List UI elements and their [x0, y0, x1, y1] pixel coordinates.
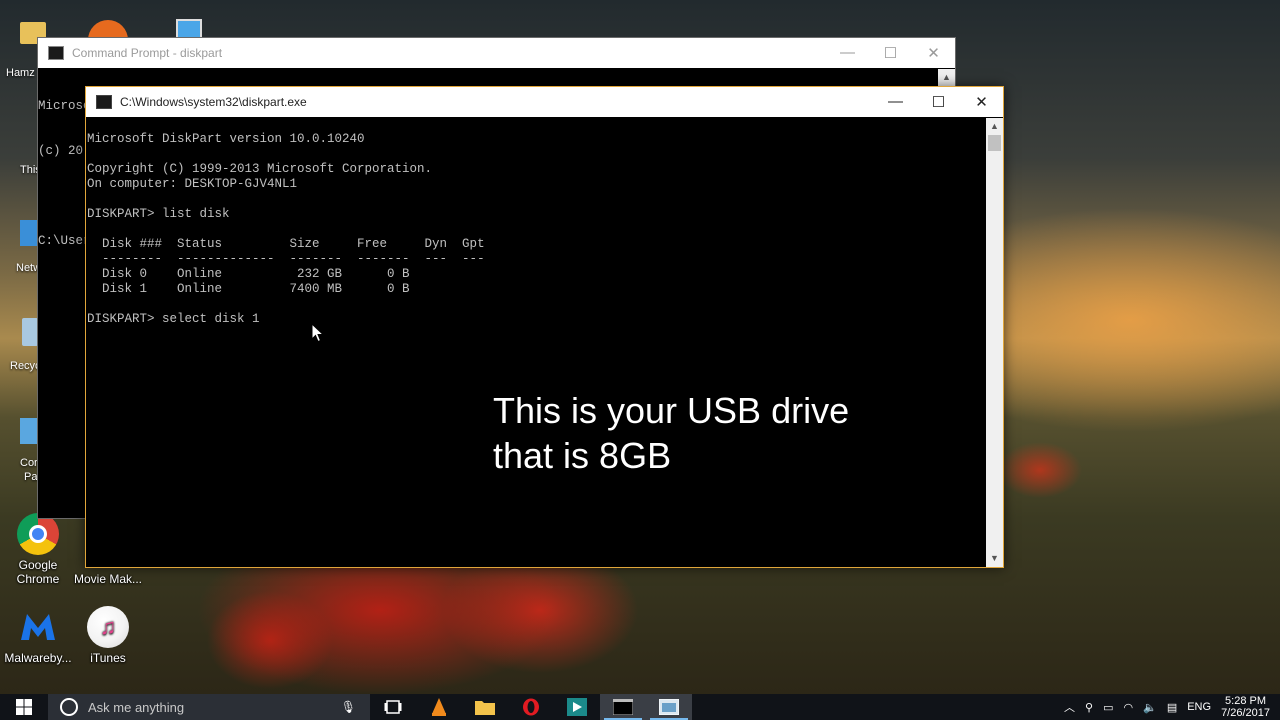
scroll-up-icon[interactable]: ▲	[986, 118, 1003, 135]
taskbar-file-explorer[interactable]	[462, 694, 508, 720]
scroll-down-icon[interactable]: ▼	[986, 550, 1003, 567]
window-titlebar[interactable]: Command Prompt - diskpart — ☐ ✕	[38, 38, 955, 68]
icon-label-line2: Chrome	[16, 572, 60, 586]
desktop-label-recyc[interactable]: Recyc	[10, 360, 41, 372]
desktop-icon-malwarebytes[interactable]: Malwareby...	[2, 606, 74, 665]
tray-app-icon[interactable]: ⚲	[1085, 701, 1093, 714]
desktop-control-panel-icon[interactable]	[20, 418, 38, 444]
console-line: Disk ### Status Size Free Dyn Gpt	[87, 237, 485, 251]
console-line: Copyright (C) 1999-2013 Microsoft Corpor…	[87, 162, 433, 176]
caption-line: This is your USB drive	[493, 390, 850, 431]
console-line: On computer: DESKTOP-GJV4NL1	[87, 177, 298, 191]
desktop-icon-google-chrome[interactable]: Google Chrome	[2, 513, 74, 586]
language-indicator[interactable]: ENG	[1187, 701, 1211, 713]
console-line: DISKPART> list disk	[87, 207, 230, 221]
desktop-label-pa[interactable]: Pa	[24, 471, 37, 483]
icon-label: Movie Mak...	[73, 572, 142, 586]
taskbar-diskpart[interactable]	[646, 694, 692, 720]
console-line: -------- ------------- ------- ------- -…	[87, 252, 485, 266]
video-caption: This is your USB drive that is 8GB	[493, 388, 849, 478]
microphone-icon[interactable]: 🎙	[341, 700, 356, 714]
maximize-button[interactable]: ☐	[869, 44, 912, 62]
caption-line: that is 8GB	[493, 435, 672, 476]
task-view-icon	[384, 700, 402, 714]
volume-icon[interactable]: 🔈	[1143, 701, 1157, 714]
scroll-thumb[interactable]	[988, 135, 1001, 151]
desktop-label-cor[interactable]: Cor	[20, 457, 38, 469]
desktop-network-icon[interactable]	[20, 220, 38, 246]
movie-maker-icon	[567, 698, 587, 716]
console-line: DISKPART> select disk 1	[87, 312, 260, 326]
itunes-icon: ♫	[87, 606, 129, 648]
cortana-icon	[60, 698, 78, 716]
action-center-icon[interactable]: ▤	[1167, 701, 1177, 714]
taskbar-movie-maker[interactable]	[554, 694, 600, 720]
icon-label-line1: Google	[18, 558, 58, 572]
maximize-button[interactable]: ☐	[917, 93, 960, 111]
cmd-icon	[48, 46, 64, 60]
chrome-icon	[17, 513, 59, 555]
cortana-search-box[interactable]: Ask me anything 🎙	[48, 694, 370, 720]
mouse-cursor-icon	[311, 322, 325, 348]
console-line: Disk 0 Online 232 GB 0 B	[87, 267, 410, 281]
scroll-up-icon[interactable]: ▲	[938, 69, 955, 86]
clock-date: 7/26/2017	[1221, 707, 1270, 719]
cmd-icon	[613, 699, 633, 715]
minimize-button[interactable]: —	[874, 93, 917, 111]
close-button[interactable]: ✕	[960, 93, 1003, 111]
malwarebytes-icon	[17, 606, 59, 648]
clock-time: 5:28 PM	[1225, 695, 1267, 707]
battery-icon[interactable]: ▭	[1103, 701, 1113, 714]
scrollbar[interactable]: ▲ ▼	[986, 118, 1003, 567]
desktop-icon-itunes[interactable]: ♫ iTunes	[72, 606, 144, 665]
folder-icon	[475, 701, 495, 715]
console-line: Disk 1 Online 7400 MB 0 B	[87, 282, 410, 296]
taskbar: Ask me anything 🎙 ︿ ⚲ ▭ ◠ 🔈 ▤ ENG 5:28 P…	[0, 694, 1280, 720]
show-hidden-icons-chevron-icon[interactable]: ︿	[1064, 699, 1075, 715]
console-line: Microsoft DiskPart version 10.0.10240	[87, 132, 365, 146]
clock[interactable]: 5:28 PM 7/26/2017	[1221, 695, 1270, 719]
taskbar-opera[interactable]	[508, 694, 554, 720]
cmd-icon	[96, 95, 112, 109]
system-tray: ︿ ⚲ ▭ ◠ 🔈 ▤ ENG 5:28 PM 7/26/2017	[1064, 695, 1280, 719]
diskpart-icon	[659, 699, 679, 715]
window-title: Command Prompt - diskpart	[72, 46, 223, 60]
vlc-icon	[432, 698, 446, 716]
start-button[interactable]	[0, 694, 48, 720]
diskpart-window[interactable]: C:\Windows\system32\diskpart.exe — ☐ ✕ M…	[85, 86, 1004, 568]
taskbar-command-prompt[interactable]	[600, 694, 646, 720]
wifi-icon[interactable]: ◠	[1124, 701, 1134, 714]
minimize-button[interactable]: —	[826, 44, 869, 62]
window-title: C:\Windows\system32\diskpart.exe	[120, 95, 307, 109]
search-placeholder: Ask me anything	[88, 699, 185, 715]
console-output[interactable]: Microsoft DiskPart version 10.0.10240 Co…	[86, 118, 986, 567]
task-view-button[interactable]	[370, 694, 416, 720]
close-button[interactable]: ✕	[912, 44, 955, 62]
desktop-label-hamz[interactable]: Hamz	[6, 67, 35, 79]
window-titlebar[interactable]: C:\Windows\system32\diskpart.exe — ☐ ✕	[86, 87, 1003, 117]
icon-label: iTunes	[90, 651, 126, 665]
taskbar-vlc[interactable]	[416, 694, 462, 720]
windows-logo-icon	[16, 699, 32, 715]
icon-label: Malwareby...	[4, 651, 72, 665]
desktop-recycle-bin-icon[interactable]	[22, 318, 38, 346]
opera-icon	[523, 698, 539, 716]
